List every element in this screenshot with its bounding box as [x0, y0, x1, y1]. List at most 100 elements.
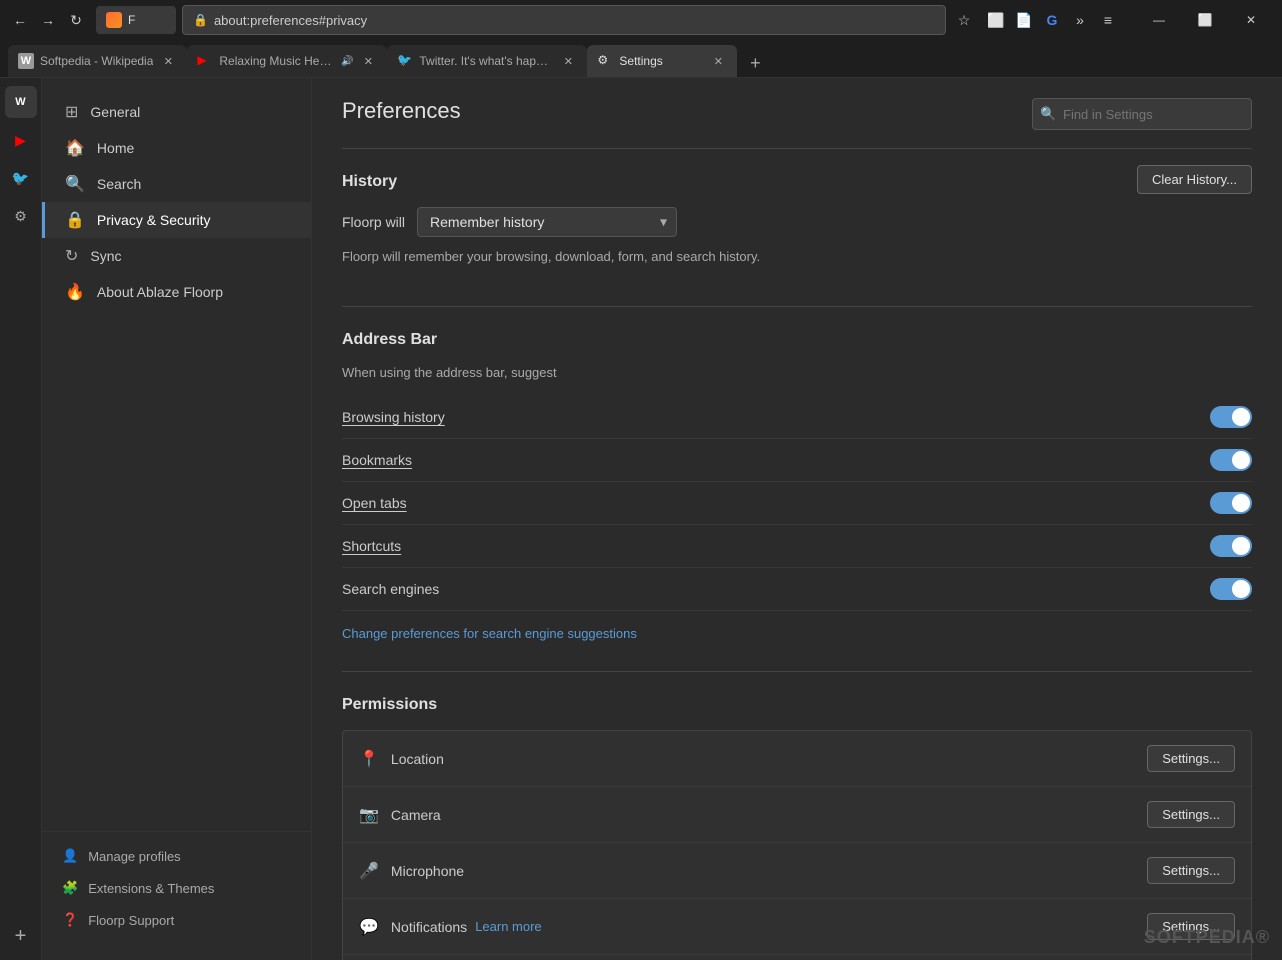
permission-row-location: 📍 Location Settings... [343, 731, 1251, 787]
lock-nav-icon: 🔒 [65, 210, 85, 230]
bookmark-star-button[interactable]: ☆ [952, 8, 976, 32]
close-button[interactable]: ✕ [1228, 5, 1274, 35]
history-button[interactable]: 📄 [1012, 8, 1036, 32]
open-tabs-knob [1232, 494, 1250, 512]
sidebar-item-manage-profiles[interactable]: 👤 Manage profiles [42, 840, 311, 872]
microphone-icon: 🎤 [359, 861, 379, 881]
toggle-row-shortcuts: Shortcuts [342, 525, 1252, 568]
sidebar-item-extensions[interactable]: 🧩 Extensions & Themes [42, 872, 311, 904]
toolbar-right: ⬜ 📄 G » ≡ [984, 8, 1120, 32]
tab-music-close[interactable]: ✕ [359, 52, 377, 70]
address-bar[interactable]: 🔒 about:preferences#privacy [182, 5, 946, 35]
search-engines-label: Search engines [342, 581, 439, 597]
tab-music-label: Relaxing Music Healing Stress... [219, 54, 333, 68]
window-controls: — ⬜ ✕ [1136, 5, 1274, 35]
tab-softpedia[interactable]: W Softpedia - Wikipedia ✕ [8, 45, 187, 77]
navigation-controls: ← → ↻ [8, 8, 88, 32]
refresh-button[interactable]: ↻ [64, 8, 88, 32]
tab-settings-close[interactable]: ✕ [709, 52, 727, 70]
sidebar-item-privacy-label: Privacy & Security [97, 212, 211, 228]
floorp-favicon [106, 12, 122, 28]
tab-settings[interactable]: ⚙ Settings ✕ [587, 45, 737, 77]
notifications-label: Notifications [391, 919, 467, 935]
minimize-button[interactable]: — [1136, 5, 1182, 35]
browsing-history-knob [1232, 408, 1250, 426]
maximize-button[interactable]: ⬜ [1182, 5, 1228, 35]
playing-indicator: 🔊 [341, 56, 353, 67]
screenshot-button[interactable]: ⬜ [984, 8, 1008, 32]
history-select[interactable]: Remember history Never remember history … [417, 207, 677, 237]
history-title: History [342, 173, 1252, 191]
floorp-tab-label: F [128, 13, 135, 27]
microphone-label: Microphone [391, 863, 464, 879]
sidebar-icon-wiki[interactable]: W [5, 86, 37, 118]
location-icon: 📍 [359, 749, 379, 769]
sidebar-item-privacy-security[interactable]: 🔒 Privacy & Security [42, 202, 311, 238]
sidebar-icon-youtube[interactable]: ▶ [5, 124, 37, 156]
find-in-settings-input[interactable] [1032, 98, 1252, 130]
profiles-icon: 👤 [62, 848, 78, 864]
tab-twitter-close[interactable]: ✕ [559, 52, 577, 70]
g-extension-button[interactable]: G [1040, 8, 1064, 32]
icon-sidebar: W ▶ 🐦 ⚙ + [0, 78, 42, 960]
change-prefs-link[interactable]: Change preferences for search engine sug… [342, 626, 637, 641]
floorp-tab-indicator[interactable]: F [96, 6, 176, 34]
location-settings-button[interactable]: Settings... [1147, 745, 1235, 772]
section-divider-1 [342, 306, 1252, 307]
back-button[interactable]: ← [8, 8, 32, 32]
clear-history-button[interactable]: Clear History... [1137, 165, 1252, 194]
sidebar-item-about-label: About Ablaze Floorp [97, 284, 223, 300]
sidebar-icon-gear[interactable]: ⚙ [5, 200, 37, 232]
microphone-settings-button[interactable]: Settings... [1147, 857, 1235, 884]
permissions-section: Permissions 📍 Location Settings... 📷 Cam… [342, 696, 1252, 960]
general-icon: ⊞ [65, 102, 78, 122]
content-area: Preferences 🔍 History Floorp will Rememb… [312, 78, 1282, 960]
tab-softpedia-close[interactable]: ✕ [159, 52, 177, 70]
permission-microphone-left: 🎤 Microphone [359, 861, 464, 881]
sidebar-item-home[interactable]: 🏠 Home [42, 130, 311, 166]
address-bar-title: Address Bar [342, 331, 1252, 349]
camera-settings-button[interactable]: Settings... [1147, 801, 1235, 828]
sidebar-icon-twitter[interactable]: 🐦 [5, 162, 37, 194]
shortcuts-label: Shortcuts [342, 538, 401, 554]
permission-camera-left: 📷 Camera [359, 805, 441, 825]
sidebar-icon-add[interactable]: + [5, 920, 37, 952]
bookmarks-toggle[interactable] [1210, 449, 1252, 471]
history-left: Floorp will Remember history Never remem… [342, 207, 1137, 276]
open-tabs-toggle[interactable] [1210, 492, 1252, 514]
notifications-learn-more-link[interactable]: Learn more [475, 919, 541, 934]
lock-icon: 🔒 [193, 13, 208, 27]
browsing-history-label: Browsing history [342, 409, 445, 425]
notifications-icon: 💬 [359, 917, 379, 937]
sidebar-item-general[interactable]: ⊞ General [42, 94, 311, 130]
permission-row-microphone: 🎤 Microphone Settings... [343, 843, 1251, 899]
permission-row-camera: 📷 Camera Settings... [343, 787, 1251, 843]
tab-softpedia-label: Softpedia - Wikipedia [40, 54, 153, 68]
change-prefs-container: Change preferences for search engine sug… [342, 625, 1252, 641]
tab-twitter[interactable]: 🐦 Twitter. It's what's happening / ✕ [387, 45, 587, 77]
shortcuts-toggle[interactable] [1210, 535, 1252, 557]
page-divider [342, 148, 1252, 149]
search-engines-toggle[interactable] [1210, 578, 1252, 600]
nav-sidebar: ⊞ General 🏠 Home 🔍 Search 🔒 Privacy & Se… [42, 78, 312, 960]
toggle-row-search-engines: Search engines [342, 568, 1252, 611]
toggle-row-bookmarks: Bookmarks [342, 439, 1252, 482]
permission-location-left: 📍 Location [359, 749, 444, 769]
permissions-title: Permissions [342, 696, 1252, 714]
forward-button[interactable]: → [36, 8, 60, 32]
tab-bar: W Softpedia - Wikipedia ✕ ▶ Relaxing Mus… [0, 40, 1282, 78]
new-tab-button[interactable]: + [741, 49, 769, 77]
notifications-label-group: Notifications Learn more [391, 919, 542, 935]
sidebar-item-search[interactable]: 🔍 Search [42, 166, 311, 202]
tab-music[interactable]: ▶ Relaxing Music Healing Stress... 🔊 ✕ [187, 45, 387, 77]
sidebar-item-about[interactable]: 🔥 About Ablaze Floorp [42, 274, 311, 310]
camera-label: Camera [391, 807, 441, 823]
menu-button[interactable]: ≡ [1096, 8, 1120, 32]
browsing-history-toggle[interactable] [1210, 406, 1252, 428]
manage-profiles-label: Manage profiles [88, 849, 181, 864]
flame-icon: 🔥 [65, 282, 85, 302]
overflow-button[interactable]: » [1068, 8, 1092, 32]
sidebar-item-sync[interactable]: ↻ Sync [42, 238, 311, 274]
sidebar-item-support[interactable]: ❓ Floorp Support [42, 904, 311, 936]
extensions-label: Extensions & Themes [88, 881, 214, 896]
